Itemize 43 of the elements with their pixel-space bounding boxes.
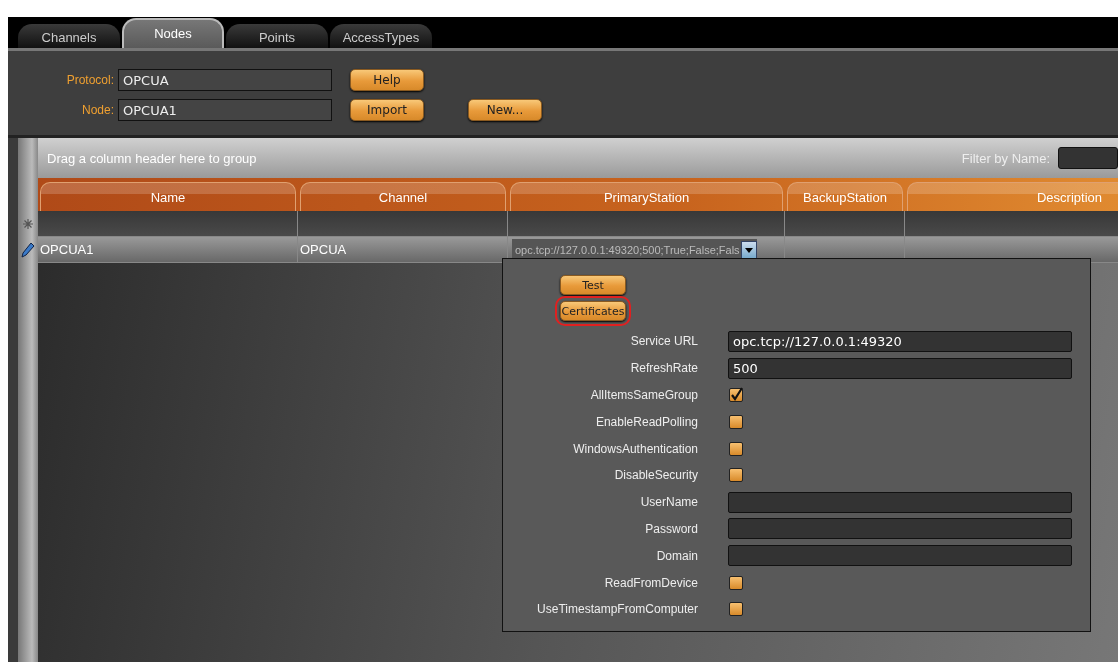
field-label: RefreshRate [629,361,698,376]
protocol-field[interactable]: OPCUA [118,69,332,91]
field-label: UseTimestampFromComputer [536,602,698,617]
help-button[interactable]: Help [350,69,424,91]
checkbox[interactable] [729,441,743,456]
protocol-label: Protocol: [65,73,115,87]
field-label: Password [644,521,698,536]
field-label: AllItemsSameGroup [589,388,698,402]
group-hint: Drag a column header here to group [47,150,257,166]
column-header[interactable]: Name [40,182,296,211]
new-button[interactable]: New... [468,99,542,121]
checkbox[interactable] [729,575,743,590]
station-dropdown[interactable]: opc.tcp://127.0.0.1:49320;500;True;False;Fals [512,238,757,261]
field-label: UserName [639,495,698,510]
checkbox[interactable] [729,388,743,402]
field-label: ReadFromDevice [603,575,698,590]
new-row-icon [23,219,33,229]
column-header[interactable]: Channel [300,182,506,211]
field-label: Service URL [629,334,698,349]
checkbox[interactable] [729,414,743,429]
dropdown-button[interactable]: Test [560,275,626,295]
checkbox[interactable] [729,468,743,483]
filter-label: Filter by Name: [961,150,1050,166]
input-field[interactable] [728,518,1072,540]
tab[interactable]: Nodes [122,18,224,48]
tab[interactable]: AccessTypes [330,24,432,48]
node-field[interactable]: OPCUA1 [118,99,332,121]
field-label: WindowsAuthentication [572,441,698,456]
field-label: Domain [655,548,698,563]
filter-field[interactable] [1058,147,1118,169]
tab[interactable]: Points [226,24,328,48]
node-label: Node: [80,103,115,117]
field-label: DisableSecurity [613,468,698,483]
input-field[interactable] [728,491,1072,513]
column-header[interactable]: PrimaryStation [510,182,783,211]
checkbox[interactable] [729,602,743,617]
field-label: EnableReadPolling [594,414,698,429]
input-field[interactable] [728,545,1072,567]
import-button[interactable]: Import [350,99,424,121]
tab[interactable]: Channels [18,24,120,48]
input-field[interactable]: 500 [728,357,1072,379]
input-field[interactable]: opc.tcp://127.0.0.1:49320 [728,330,1072,352]
table-cell: OPCUA1 [38,237,298,263]
